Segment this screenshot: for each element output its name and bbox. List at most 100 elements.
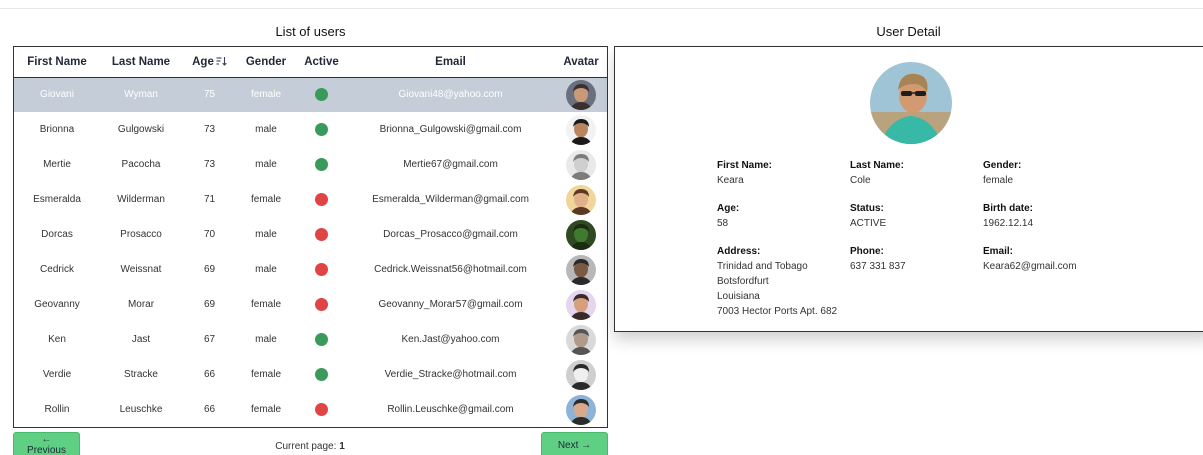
table-row[interactable]: Verdie Stracke 66 female Verdie_Stracke@hotm… [14,357,607,392]
user-avatar [566,324,596,355]
user-detail-card: First Name: Keara Last Name: Cole Gender… [614,46,1203,332]
user-avatar [566,359,596,390]
table-row[interactable]: Dorcas Prosacco 70 male Dorcas_Prosacco@gmai… [14,217,607,252]
table-row[interactable]: Ken Jast 67 male Ken.Jast@yahoo.com [14,322,607,357]
inactive-status-dot [315,193,328,206]
cell-age: 66 [203,404,216,415]
detail-last-name: Last Name: Cole [850,160,904,186]
user-avatar [566,114,596,145]
column-header-email[interactable]: Email [348,47,553,77]
detail-email: Email: Keara62@gmail.com [983,246,1077,272]
cell-gender: female [250,299,281,310]
users-panel-title: List of users [275,24,346,39]
cell-active [295,287,348,322]
detail-gender: Gender: female [983,160,1022,186]
cell-first-name: Verdie [42,369,72,380]
inactive-status-dot [315,403,328,416]
active-status-dot [315,158,328,171]
users-table-body: Giovani Wyman 75 female Giovani48@yahoo.com B… [14,77,607,427]
cell-active [295,112,348,147]
column-header-last-name[interactable]: Last Name [100,47,182,77]
cell-last-name: Jast [131,334,151,345]
column-header-active[interactable]: Active [295,47,348,77]
cell-first-name: Cedrick [40,264,74,275]
table-row[interactable]: Giovani Wyman 75 female Giovani48@yahoo.com [14,77,607,112]
detail-status: Status: ACTIVE [850,203,887,229]
cell-gender: female [250,89,281,101]
cell-active [295,77,348,112]
cell-avatar [553,392,607,427]
previous-page-button[interactable]: ← Previous [13,432,80,455]
cell-active [295,147,348,182]
table-row[interactable]: Cedrick Weissnat 69 male Cedrick.Weissnat56@… [14,252,607,287]
column-header-first-name[interactable]: First Name [14,47,100,77]
top-divider [0,8,1203,9]
column-header-age[interactable]: Age [182,47,237,77]
cell-gender: male [255,334,277,345]
table-row[interactable]: Rollin Leuschke 66 female Rollin.Leuschke@gm… [14,392,607,427]
cell-age: 66 [203,369,216,380]
cell-age: 75 [203,89,216,101]
cell-email: Cedrick.Weissnat56@hotmail.com [374,264,527,275]
cell-active [295,322,348,357]
cell-email: Mertie67@gmail.com [403,159,498,170]
cell-email: Geovanny_Morar57@gmail.com [378,299,523,310]
current-page-label: Current page: [275,441,337,452]
user-detail-avatar [870,62,952,144]
inactive-status-dot [315,263,328,276]
column-header-gender[interactable]: Gender [237,47,295,77]
cell-last-name: Stracke [124,369,158,380]
user-avatar [566,79,596,110]
cell-active [295,357,348,392]
cell-active [295,182,348,217]
cell-avatar [553,357,607,392]
cell-email: Verdie_Stracke@hotmail.com [384,369,517,380]
cell-last-name: Wilderman [117,194,165,205]
cell-age: 73 [203,159,216,170]
cell-first-name: Rollin [44,404,70,415]
user-avatar [566,184,596,215]
cell-gender: female [250,404,281,415]
user-avatar [566,149,596,180]
detail-birth-date: Birth date: 1962.12.14 [983,203,1034,229]
cell-first-name: Mertie [43,159,71,170]
inactive-status-dot [315,228,328,241]
sort-descending-icon[interactable] [216,56,227,66]
cell-email: Giovani48@yahoo.com [398,89,503,101]
cell-gender: male [255,264,277,275]
cell-avatar [553,217,607,252]
cell-last-name: Pacocha [121,159,161,170]
table-row[interactable]: Geovanny Morar 69 female Geovanny_Morar57@gm… [14,287,607,322]
cell-email: Esmeralda_Wilderman@gmail.com [372,194,529,205]
table-row[interactable]: Esmeralda Wilderman 71 female Esmeralda_Wild… [14,182,607,217]
cell-email: Dorcas_Prosacco@gmail.com [383,229,518,240]
cell-last-name: Weissnat [120,264,162,275]
user-avatar [566,394,596,425]
cell-last-name: Morar [127,299,155,310]
next-page-button[interactable]: Next → [541,432,608,455]
detail-age: Age: 58 [717,203,740,229]
current-page-indicator: Current page: 1 [200,441,420,452]
cell-active [295,217,348,252]
cell-active [295,392,348,427]
cell-email: Ken.Jast@yahoo.com [401,334,500,345]
cell-email: Brionna_Gulgowski@gmail.com [379,124,522,135]
cell-last-name: Gulgowski [117,124,165,135]
cell-avatar [553,182,607,217]
column-header-avatar: Avatar [563,55,599,68]
cell-first-name: Esmeralda [33,194,81,205]
current-page-number: 1 [339,441,345,452]
table-row[interactable]: Mertie Pacocha 73 male Mertie67@gmail.com [14,147,607,182]
active-status-dot [315,123,328,136]
cell-avatar [553,322,607,357]
cell-gender: female [250,369,281,380]
detail-phone: Phone: 637 331 837 [850,246,906,272]
cell-avatar [553,252,607,287]
cell-avatar [553,112,607,147]
cell-gender: male [255,159,277,170]
active-status-dot [315,333,328,346]
cell-last-name: Leuschke [119,404,163,415]
cell-age: 70 [203,229,216,240]
table-row[interactable]: Brionna Gulgowski 73 male Brionna_Gulgowski@… [14,112,607,147]
cell-avatar [553,287,607,322]
